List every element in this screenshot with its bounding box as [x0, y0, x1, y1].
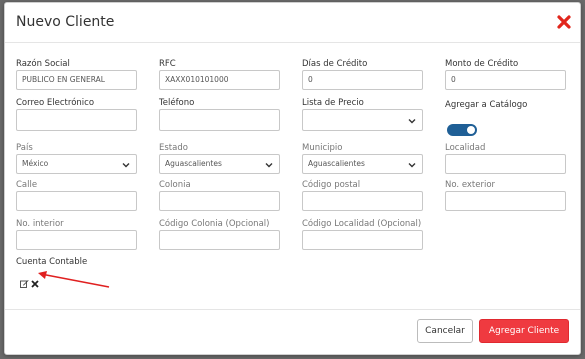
- field-codigo-colonia: Código Colonia (Opcional): [159, 218, 280, 250]
- field-dias-credito: Días de Crédito 0: [302, 58, 423, 90]
- modal-footer-divider: [5, 309, 580, 310]
- new-client-modal: Nuevo Cliente Razón Social PUBLICO EN GE…: [4, 2, 581, 355]
- edit-icon[interactable]: [20, 273, 29, 292]
- lista-precio-label: Lista de Precio: [302, 98, 364, 108]
- field-estado: Estado Aguascalientes: [159, 142, 280, 174]
- pais-value: México: [22, 159, 49, 168]
- razon-social-label: Razón Social: [16, 59, 70, 69]
- pais-select[interactable]: México: [16, 154, 137, 174]
- codigo-postal-label: Código postal: [302, 180, 361, 190]
- chevron-down-icon: [408, 163, 416, 168]
- close-icon[interactable]: [556, 14, 572, 30]
- rfc-label: RFC: [159, 59, 176, 69]
- codigo-localidad-input[interactable]: [302, 230, 423, 250]
- telefono-input[interactable]: [159, 109, 280, 131]
- field-agregar-catalogo: Agregar a Catálogo: [445, 99, 527, 111]
- rfc-input[interactable]: XAXX010101000: [159, 70, 280, 90]
- field-cuenta-contable: Cuenta Contable: [16, 256, 87, 268]
- estado-label: Estado: [159, 143, 188, 153]
- no-exterior-label: No. exterior: [445, 180, 496, 190]
- field-codigo-postal: Código postal: [302, 179, 423, 211]
- monto-credito-label: Monto de Crédito: [445, 59, 519, 69]
- field-municipio: Municipio Aguascalientes: [302, 142, 423, 174]
- localidad-input[interactable]: [445, 154, 566, 174]
- codigo-colonia-label: Código Colonia (Opcional): [159, 219, 270, 229]
- field-rfc: RFC XAXX010101000: [159, 58, 280, 90]
- add-client-button[interactable]: Agregar Cliente: [479, 319, 569, 343]
- municipio-label: Municipio: [302, 143, 343, 153]
- municipio-select[interactable]: Aguascalientes: [302, 154, 423, 174]
- agregar-catalogo-toggle[interactable]: [447, 124, 477, 136]
- field-calle: Calle: [16, 179, 137, 211]
- field-colonia: Colonia: [159, 179, 280, 211]
- field-no-interior: No. interior: [16, 218, 137, 250]
- field-pais: País México: [16, 142, 137, 174]
- modal-header: Nuevo Cliente: [5, 3, 580, 43]
- cuenta-contable-label: Cuenta Contable: [16, 257, 88, 267]
- colonia-input[interactable]: [159, 191, 280, 211]
- razon-social-input[interactable]: PUBLICO EN GENERAL: [16, 70, 137, 90]
- field-correo: Correo Electrónico: [16, 97, 137, 131]
- annotation-arrow: [38, 271, 110, 288]
- colonia-label: Colonia: [159, 180, 191, 190]
- modal-title: Nuevo Cliente: [16, 14, 115, 30]
- telefono-label: Teléfono: [159, 98, 195, 108]
- field-localidad: Localidad: [445, 142, 566, 174]
- dias-credito-input[interactable]: 0: [302, 70, 423, 90]
- cancel-button[interactable]: Cancelar: [417, 319, 473, 343]
- codigo-colonia-input[interactable]: [159, 230, 280, 250]
- correo-input[interactable]: [16, 109, 137, 131]
- no-interior-label: No. interior: [16, 219, 64, 229]
- municipio-value: Aguascalientes: [308, 159, 365, 168]
- chevron-down-icon: [265, 163, 273, 168]
- lista-precio-select[interactable]: [302, 109, 423, 131]
- field-codigo-localidad: Código Localidad (Opcional): [302, 218, 423, 250]
- monto-credito-input[interactable]: 0: [445, 70, 566, 90]
- correo-label: Correo Electrónico: [16, 98, 95, 108]
- chevron-down-icon: [122, 163, 130, 168]
- field-telefono: Teléfono: [159, 97, 280, 131]
- chevron-down-icon: [408, 119, 416, 124]
- dias-credito-label: Días de Crédito: [302, 59, 368, 69]
- codigo-postal-input[interactable]: [302, 191, 423, 211]
- agregar-catalogo-label: Agregar a Catálogo: [445, 100, 528, 110]
- field-no-exterior: No. exterior: [445, 179, 566, 211]
- calle-input[interactable]: [16, 191, 137, 211]
- field-razon-social: Razón Social PUBLICO EN GENERAL: [16, 58, 137, 90]
- toggle-knob: [467, 126, 475, 134]
- no-exterior-input[interactable]: [445, 191, 566, 211]
- codigo-localidad-label: Código Localidad (Opcional): [302, 219, 422, 229]
- pais-label: País: [16, 143, 33, 153]
- no-interior-input[interactable]: [16, 230, 137, 250]
- calle-label: Calle: [16, 180, 38, 190]
- estado-value: Aguascalientes: [165, 159, 222, 168]
- field-monto-credito: Monto de Crédito 0: [445, 58, 566, 90]
- localidad-label: Localidad: [445, 143, 486, 153]
- field-lista-precio: Lista de Precio: [302, 97, 423, 131]
- estado-select[interactable]: Aguascalientes: [159, 154, 280, 174]
